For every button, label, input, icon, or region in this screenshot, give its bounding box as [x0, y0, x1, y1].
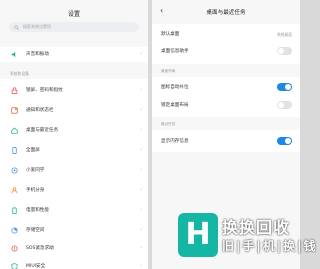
settings-item-label: SOS紧急求助 — [26, 246, 54, 251]
settings-item-label: 锁屏、密码和指纹 — [26, 88, 63, 93]
row-label: 图标自动补位 — [161, 85, 189, 90]
chevron-right-icon: › — [140, 207, 142, 213]
search-icon — [14, 24, 19, 30]
settings-item-label: MIUI安全 — [26, 264, 46, 269]
section-label: 最近任务 — [161, 122, 176, 126]
settings-item-label: 全面屏 — [26, 148, 40, 153]
storage-icon — [11, 227, 18, 234]
chevron-right-icon: › — [140, 227, 142, 233]
settings-item-label: 存储空间 — [26, 228, 45, 233]
search-input[interactable]: 搜索系统设置项 — [9, 22, 139, 32]
sound-icon — [11, 51, 16, 58]
toggle-knob — [285, 84, 291, 90]
battery-icon — [12, 207, 17, 214]
lock-layout-toggle[interactable] — [277, 101, 292, 109]
settings-item-notification[interactable]: 通知和状态栏 › — [0, 104, 148, 116]
chevron-right-icon: › — [140, 187, 142, 193]
section-label: 系统和设备 — [10, 71, 29, 76]
dual-user-icon — [11, 187, 18, 194]
row-label: 桌面信息助手 — [161, 49, 189, 54]
logo-letter: H — [185, 217, 211, 252]
chevron-right-icon: › — [140, 147, 142, 153]
desktop-info-assistant-row: 桌面信息助手 — [152, 43, 300, 59]
show-memory-row: 显示内存信息 — [152, 133, 300, 149]
chevron-right-icon: › — [140, 167, 142, 173]
default-desktop-row[interactable]: 默认桌面 系统桌面 — [152, 26, 300, 42]
chevron-right-icon: › — [140, 51, 142, 57]
chevron-right-icon: › — [140, 263, 142, 269]
lock-layout-row: 锁定桌面布局 — [152, 97, 300, 113]
lock-icon — [11, 87, 18, 94]
page-title: 桌面与最近任务 — [206, 10, 246, 16]
brand-name: 换换回收 — [222, 218, 291, 237]
brand-slogan: 旧|手|机|换|钱 — [222, 239, 318, 253]
page-title: 设置 — [67, 11, 80, 18]
settings-item-battery[interactable]: 电量和性能 › — [0, 204, 148, 216]
settings-item-storage[interactable]: 存储空间 › — [0, 224, 148, 236]
settings-item-dual-user[interactable]: 手机分身 › — [0, 184, 148, 196]
row-value: 系统桌面 — [276, 31, 292, 37]
sos-icon — [11, 245, 18, 252]
settings-panel: 设置 搜索系统设置项 声音和振动 › 系统和设备 锁屏、密码和指纹 › 通知和状… — [0, 0, 148, 269]
fullscreen-icon — [12, 147, 17, 154]
settings-item-label: 电量和性能 — [26, 208, 49, 213]
chevron-right-icon: › — [140, 127, 142, 133]
settings-item-assistant[interactable]: 小爱同学 › — [0, 164, 148, 176]
toggle-knob — [278, 102, 284, 108]
settings-item-label: 小爱同学 — [26, 168, 45, 173]
chevron-right-icon: › — [140, 87, 142, 93]
settings-item-sos[interactable]: SOS紧急求助 › — [0, 242, 148, 254]
toggle-knob — [278, 48, 284, 54]
shield-icon — [11, 263, 18, 269]
chevron-right-icon: › — [140, 107, 142, 113]
desktop-info-assistant-toggle[interactable] — [277, 47, 292, 55]
icon-autofill-toggle[interactable] — [277, 83, 292, 91]
search-placeholder: 搜索系统设置项 — [23, 23, 51, 29]
brand-logo: H — [178, 213, 218, 257]
notification-icon — [11, 107, 18, 114]
settings-item-label: 桌面与最近任务 — [26, 128, 59, 133]
icon-autofill-row: 图标自动补位 — [152, 79, 300, 95]
row-label: 默认桌面 — [161, 32, 180, 37]
settings-item-fullscreen[interactable]: 全面屏 › — [0, 144, 148, 156]
row-label: 显示内存信息 — [161, 139, 189, 144]
row-label: 锁定桌面布局 — [161, 103, 189, 108]
toggle-knob — [285, 138, 291, 144]
settings-item-label: 通知和状态栏 — [26, 108, 54, 113]
chevron-right-icon: › — [140, 245, 142, 251]
section-label: 桌面布局 — [161, 69, 176, 73]
settings-item-desktop[interactable]: 桌面与最近任务 › — [0, 124, 148, 136]
assistant-icon — [11, 167, 18, 174]
show-memory-toggle[interactable] — [277, 137, 292, 145]
settings-item-sound[interactable]: 声音和振动 › — [0, 48, 148, 60]
watermark: H 换换回收 旧|手|机|换|钱 — [178, 207, 316, 265]
settings-item-security[interactable]: MIUI安全 › — [0, 260, 148, 269]
home-icon — [11, 127, 18, 134]
settings-item-lock[interactable]: 锁屏、密码和指纹 › — [0, 84, 148, 96]
settings-item-label: 手机分身 — [26, 188, 45, 193]
settings-item-label: 声音和振动 — [26, 52, 49, 57]
